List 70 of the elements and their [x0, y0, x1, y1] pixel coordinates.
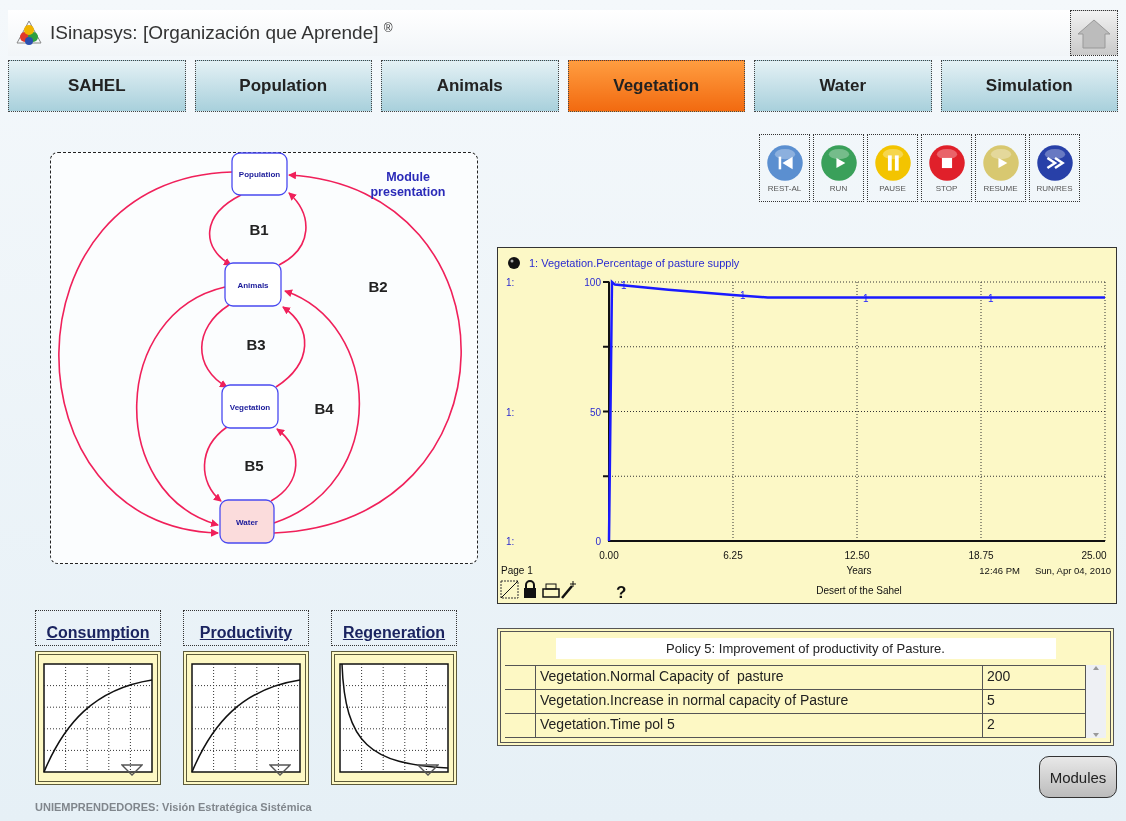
scale-label: 1: — [506, 406, 515, 418]
lock-icon[interactable] — [524, 580, 536, 598]
y-tick-label: 50 — [589, 406, 601, 418]
forward-icon — [1035, 143, 1074, 182]
dropdown-icon[interactable] — [417, 764, 439, 776]
control-button[interactable]: STOP — [921, 134, 972, 202]
window-title: ISinapsys: [Organización que Aprende] $^{®}$ — [50, 21, 394, 45]
graph-function-link[interactable]: Consumption — [35, 610, 161, 646]
dropdown-icon[interactable] — [269, 764, 291, 776]
graph-function-link[interactable]: Regeneration — [331, 610, 457, 646]
loop-label: B5 — [244, 457, 264, 474]
diagram-title: Module presentation — [370, 170, 446, 199]
pause-icon — [873, 143, 912, 182]
loop-label: B4 — [314, 400, 334, 417]
series-marker: 1 — [987, 292, 994, 304]
play-icon — [981, 143, 1020, 182]
pointer-tool-icon[interactable] — [500, 580, 519, 599]
page-label: Page 1 — [501, 565, 533, 576]
y-tick-label: 0 — [595, 536, 601, 547]
x-tick-label: 0.00 — [599, 550, 619, 561]
scale-label: 1: — [506, 277, 515, 288]
wand-icon[interactable] — [561, 580, 577, 599]
diagram-node[interactable]: Vegetation — [221, 384, 279, 429]
chart-caption: Desert of the Sahel — [816, 585, 902, 596]
control-button[interactable]: RUN/RES — [1029, 134, 1080, 202]
legend-icon — [508, 257, 520, 269]
chart-title: 1: Vegetation.Percentage of pasture supply — [529, 257, 740, 269]
tab[interactable]: Animals — [381, 60, 559, 112]
tab[interactable]: Vegetation — [567, 60, 745, 112]
table-cell: Vegetation.Time pol 5 — [536, 714, 983, 737]
tab[interactable]: Water — [754, 60, 932, 112]
date-label: Sun, Apr 04, 2010 — [1034, 565, 1111, 576]
dropdown-icon[interactable] — [121, 764, 143, 776]
diagram-node[interactable]: Population — [231, 152, 288, 196]
play-icon — [819, 143, 858, 182]
rewind-icon — [765, 143, 804, 182]
control-button[interactable]: REST-AL — [759, 134, 810, 202]
scale-label: 1: — [506, 536, 515, 547]
help-button[interactable]: ? — [616, 583, 627, 602]
loop-label: B1 — [249, 221, 269, 238]
diagram-node[interactable]: Water — [219, 499, 275, 544]
tab[interactable]: SAHEL — [8, 60, 186, 112]
footer-text: UNIEMPRENDEDORES: Visión Estratégica Sistémica — [35, 801, 313, 813]
table-title: Policy 5: Improvement of productivity of Pasture. — [555, 638, 1056, 659]
x-tick-label: 25.00 — [1081, 550, 1107, 561]
series-marker: 1 — [620, 280, 627, 292]
y-tick-label: 100 — [584, 277, 601, 288]
loop-label: B3 — [246, 336, 266, 353]
home-button[interactable] — [1070, 10, 1118, 56]
control-button[interactable]: RUN — [813, 134, 864, 202]
series-marker: 1 — [739, 290, 746, 302]
table-cell: Vegetation.Normal Capacity of pasture — [536, 666, 983, 689]
x-tick-label: 18.75 — [968, 550, 994, 561]
loop-label: B2 — [368, 278, 388, 295]
tab[interactable]: Simulation — [940, 60, 1118, 112]
diagram-node[interactable]: Animals — [224, 262, 282, 307]
x-axis-label: Years — [846, 565, 872, 576]
printer-icon[interactable] — [542, 583, 560, 598]
stop-icon — [927, 143, 966, 182]
time-label: 12:46 PM — [979, 565, 1020, 576]
tab[interactable]: Population — [194, 60, 372, 112]
control-button[interactable]: PAUSE — [867, 134, 918, 202]
x-tick-label: 6.25 — [723, 550, 743, 561]
x-tick-label: 12.50 — [844, 550, 870, 561]
table-cell: Vegetation.Increase in normal capacity of Pasture — [536, 690, 983, 713]
logo-icon — [16, 20, 42, 46]
control-button[interactable]: RESUME — [975, 134, 1026, 202]
modules-button[interactable]: Modules — [1039, 756, 1117, 798]
series-marker: 1 — [862, 292, 869, 304]
graph-function-link[interactable]: Productivity — [183, 610, 309, 646]
